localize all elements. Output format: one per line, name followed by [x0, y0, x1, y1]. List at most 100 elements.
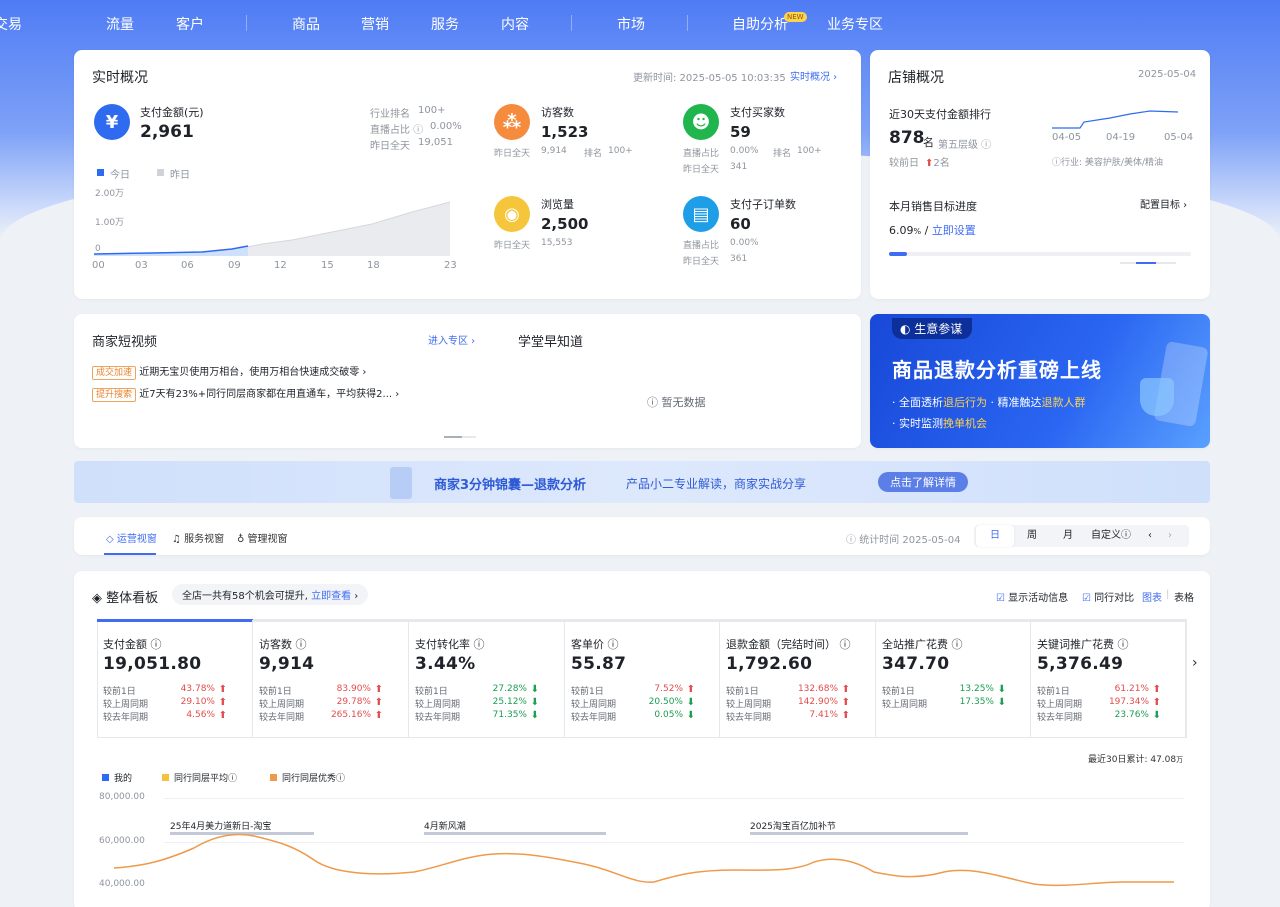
tab-service[interactable]: ♫ 服务视窗 — [172, 530, 224, 545]
arrow-down-icon: ⬇ — [530, 710, 539, 721]
buyers-live-value: 0.00% — [730, 146, 759, 156]
nav-item-content[interactable]: 内容 — [501, 14, 529, 34]
suborders-live-label: 直播占比 — [683, 241, 720, 251]
kpi-card[interactable]: 全站推广花费 ⓘ 347.70 较前1日 13.25% ⬇ 较上周同期 17.35% ⬇ — [876, 620, 1031, 738]
nav-divider — [246, 15, 247, 31]
opportunity-pill[interactable]: 全店一共有58个机会可提升, 立即查看 › — [172, 584, 369, 605]
legend-mine: 我的 — [114, 774, 133, 784]
top-nav: 交易 流量 客户 商品 营销 服务 内容 市场 自助分析 NEW 业务专区 — [0, 0, 1280, 46]
arrow-up-icon: ⬆ — [374, 684, 383, 695]
realtime-link[interactable]: 实时概况 › — [790, 68, 837, 83]
kpi-value: 19,051.80 — [103, 654, 202, 674]
peer-compare-checkbox[interactable]: ☑ 同行对比 — [1082, 589, 1134, 604]
kpi-compare-row: 较前1日 132.68% ⬆ — [726, 684, 850, 697]
kpi-card[interactable]: 访客数 ⓘ 9,914 较前1日 83.90% ⬆ 较上周同期 29.78% ⬆ 较去年同期 26… — [253, 620, 409, 738]
x-tick: 12 — [274, 260, 287, 271]
target-title: 本月销售目标进度 — [889, 200, 977, 213]
show-activity-checkbox[interactable]: ☑ 显示活动信息 — [996, 589, 1068, 604]
kpi-card[interactable]: 退款金额（完结时间） ⓘ 1,792.60 较前1日 132.68% ⬆ 较上周同期 142… — [720, 620, 876, 738]
kpi-card[interactable]: 客单价 ⓘ 55.87 较前1日 7.52% ⬆ 较上周同期 20.50% ⬇ 较去年同期 0.0… — [565, 620, 720, 738]
x-tick: 23 — [444, 260, 457, 271]
legend-yesterday-swatch — [157, 169, 164, 176]
suborders-value: 60 — [730, 215, 751, 233]
x-tick: 15 — [321, 260, 334, 271]
eye-icon: ◉ — [494, 196, 530, 232]
shield-icon — [1140, 378, 1174, 416]
nav-item-business[interactable]: 业务专区 — [827, 14, 883, 34]
arrow-up-icon: ⬆ — [841, 684, 850, 695]
target-set-link[interactable]: 立即设置 — [932, 224, 976, 237]
grid-line — [164, 798, 1184, 799]
kpi-compare-row: 较前1日 13.25% ⬇ — [882, 684, 1006, 697]
carousel-dots[interactable] — [1120, 262, 1176, 264]
kpi-compare-row: 较前1日 61.21% ⬆ — [1037, 684, 1161, 697]
period-week[interactable]: 周 — [1014, 525, 1050, 547]
nav-item-self-analysis[interactable]: 自助分析 — [732, 14, 788, 34]
kpi-compare-row: 较上周同期 29.78% ⬆ — [259, 697, 383, 710]
suborders-live-value: 0.00% — [730, 238, 759, 248]
prev-arrow-icon[interactable]: ‹ — [1140, 525, 1160, 547]
kpi-label: 退款金额（完结时间） ⓘ — [726, 638, 851, 651]
arrow-down-icon: ⬇ — [1152, 710, 1161, 721]
period-month[interactable]: 月 — [1050, 525, 1086, 547]
spark-tick: 04-05 — [1052, 132, 1082, 143]
target-progress: 6.09% / 立即设置 — [889, 224, 976, 237]
nav-item-product[interactable]: 商品 — [292, 14, 320, 34]
refund-banner[interactable]: 商家3分钟锦囊—退款分析 产品小二专业解读，商家实战分享 点击了解详情 — [74, 461, 1210, 503]
carousel-dots[interactable] — [444, 436, 476, 438]
enter-zone-link[interactable]: 进入专区 › — [428, 332, 475, 347]
arrow-down-icon: ⬇ — [530, 697, 539, 708]
industry-rank-label: 行业排名 — [370, 109, 410, 120]
stat-time: ⓘ 统计时间 2025-05-04 — [846, 535, 961, 546]
promo-banner[interactable]: ◐ 生意参谋 商品退款分析重磅上线 · 全面透析退后行为 · 精准触达退款人群 … — [870, 314, 1210, 448]
next-arrow-icon[interactable]: › — [1160, 525, 1180, 547]
buyers-label: 支付买家数 — [730, 106, 785, 119]
arrow-up-icon: ⬆ — [218, 684, 227, 695]
x-tick: 03 — [135, 260, 148, 271]
kpi-compare-row: 较去年同期 23.76% ⬇ — [1037, 710, 1161, 723]
period-custom[interactable]: 自定义ⓘ — [1088, 525, 1134, 547]
view-table-toggle[interactable]: 表格 — [1174, 589, 1194, 604]
nav-item-customer[interactable]: 客户 — [176, 14, 204, 34]
yen-icon: ¥ — [94, 104, 130, 140]
pageviews-yday-label: 昨日全天 — [494, 241, 531, 251]
list-item[interactable]: 提升搜索 近7天有23%+同行同层商家都在用直通车，平均获得2... › — [92, 385, 399, 402]
kpi-label: 客单价 ⓘ — [571, 638, 619, 651]
kpi-compare-row: 较去年同期 4.56% ⬆ — [103, 710, 227, 723]
active-tab-indicator — [104, 553, 156, 555]
list-item[interactable]: 成交加速 近期无宝贝使用万相台，使用万相台快速成交破零 › — [92, 363, 366, 380]
target-config-link[interactable]: 配置目标 › — [1140, 196, 1187, 211]
nav-item-market[interactable]: 市场 — [617, 14, 645, 34]
kpi-card[interactable]: 关键词推广花费 ⓘ 5,376.49 较前1日 61.21% ⬆ 较上周同期 197.34%… — [1031, 620, 1186, 738]
kpi-compare-row: 较前1日 43.78% ⬆ — [103, 684, 227, 697]
nav-item-traffic[interactable]: 流量 — [106, 14, 134, 34]
tab-management[interactable]: ♁ 管理视窗 — [237, 530, 288, 545]
tag-badge: 成交加速 — [92, 366, 137, 380]
yesterday-label: 昨日全天 — [370, 141, 410, 152]
card-title: 商家短视频 — [92, 335, 158, 350]
rank-title: 近30天支付金额排行 — [889, 108, 991, 121]
kpi-label: 关键词推广花费 ⓘ — [1037, 638, 1129, 651]
view-chart-toggle[interactable]: 图表 — [1142, 589, 1162, 604]
kpi-next-arrow-icon[interactable]: › — [1192, 655, 1198, 671]
x-tick: 06 — [181, 260, 194, 271]
period-day[interactable]: 日 — [976, 525, 1014, 547]
kpi-card[interactable]: 支付转化率 ⓘ 3.44% 较前1日 27.28% ⬇ 较上周同期 25.12% ⬇ 较去年同期… — [409, 620, 565, 738]
industry-label: ⓘ行业: 美容护肤/美体/精油 — [1052, 158, 1163, 168]
pageviews-label: 浏览量 — [541, 198, 574, 211]
kpi-compare-row: 较上周同期 142.90% ⬆ — [726, 697, 850, 710]
info-icon: ⓘ — [647, 396, 658, 409]
promo-line: · 实时监测挽单机会 — [892, 417, 987, 430]
tab-operation[interactable]: ◇ 运营视窗 — [106, 530, 157, 545]
kpi-card[interactable]: 支付金额 ⓘ 19,051.80 较前1日 43.78% ⬆ 较上周同期 29.10% ⬆ 较去… — [97, 620, 253, 738]
kpi-value: 1,792.60 — [726, 654, 813, 674]
nav-divider — [571, 15, 572, 31]
nav-item-marketing[interactable]: 营销 — [361, 14, 389, 34]
nav-item-service[interactable]: 服务 — [431, 14, 459, 34]
promo-line: · 全面透析退后行为 · 精准触达退款人群 — [892, 396, 1086, 409]
kpi-label: 全站推广花费 ⓘ — [882, 638, 963, 651]
kpi-compare-row: 较上周同期 25.12% ⬇ — [415, 697, 539, 710]
legend-swatch-mine — [102, 774, 109, 781]
learn-more-button[interactable]: 点击了解详情 — [878, 472, 968, 492]
nav-item-trade[interactable]: 交易 — [0, 14, 22, 34]
